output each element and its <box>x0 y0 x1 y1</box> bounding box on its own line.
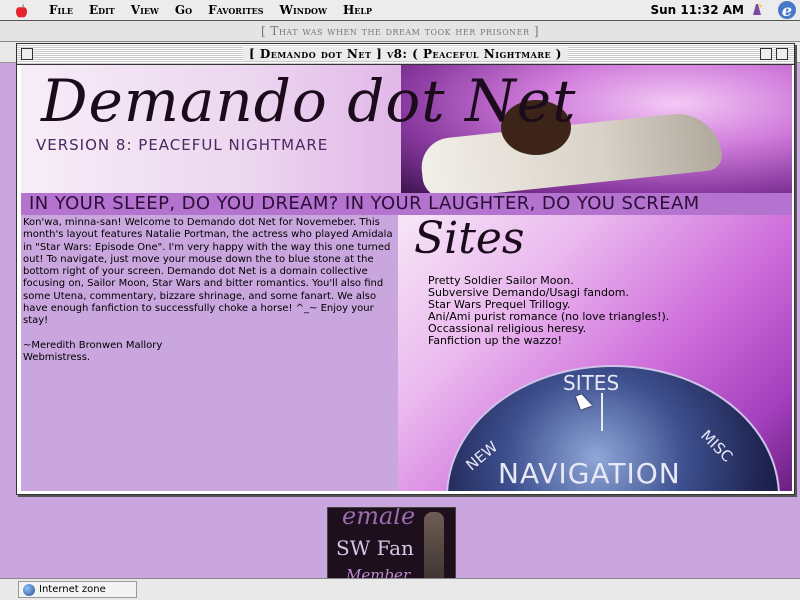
sites-heading: Sites <box>414 215 525 264</box>
navigation-divider <box>601 393 603 431</box>
sites-list-item: Fanfiction up the wazzo! <box>428 334 562 347</box>
collapse-box-icon[interactable] <box>776 48 788 60</box>
front-browser-window: [ Demando dot Net ] v8: ( Peaceful Night… <box>16 43 795 495</box>
menu-window[interactable]: Window <box>272 3 335 17</box>
menu-edit[interactable]: Edit <box>81 3 123 17</box>
menu-file[interactable]: File <box>41 3 81 17</box>
menu-help[interactable]: Help <box>335 3 380 17</box>
background-window-titlebar[interactable]: [ That was when the dream took her priso… <box>0 21 800 42</box>
status-bar: Internet zone <box>0 578 800 600</box>
site-header: Demando dot Net VERSION 8: PEACEFUL NIGH… <box>21 65 792 193</box>
signature-role: Webmistress. <box>23 351 91 363</box>
zoom-box-icon[interactable] <box>760 48 772 60</box>
site-tagline: IN YOUR SLEEP, DO YOU DREAM? IN YOUR LAU… <box>21 193 792 215</box>
menu-bar: File Edit View Go Favorites Window Help … <box>0 0 800 21</box>
fanlisting-line1: emale <box>342 507 416 530</box>
fanlisting-line2: SW Fan <box>336 536 414 560</box>
sites-panel: Sites Pretty Soldier Sailor Moon. Subver… <box>398 215 792 491</box>
status-zone: Internet zone <box>18 581 137 598</box>
menu-extras: Sun 11:32 AM e <box>650 1 800 20</box>
navigation-label: NAVIGATION <box>498 457 681 490</box>
front-window-title: [ Demando dot Net ] v8: ( Peaceful Night… <box>243 47 568 61</box>
internet-explorer-icon[interactable]: e <box>778 1 796 20</box>
site-title: Demando dot Net <box>41 67 577 135</box>
site-version: VERSION 8: PEACEFUL NIGHTMARE <box>36 136 329 154</box>
nav-link-sites[interactable]: SITES <box>563 371 619 395</box>
sites-list: Pretty Soldier Sailor Moon. Subversive D… <box>428 275 669 347</box>
apple-icon[interactable] <box>13 2 29 18</box>
signature-name: ~Meredith Bronwen Mallory <box>23 339 163 351</box>
intro-paragraph: Kon'wa, minna-san! Welcome to Demando do… <box>23 217 393 327</box>
menu-favorites[interactable]: Favorites <box>200 3 271 17</box>
menu-go[interactable]: Go <box>167 3 200 17</box>
close-box-icon[interactable] <box>21 48 33 60</box>
front-window-titlebar[interactable]: [ Demando dot Net ] v8: ( Peaceful Night… <box>17 44 794 65</box>
intro-panel: Kon'wa, minna-san! Welcome to Demando do… <box>21 215 396 491</box>
page-content: Demando dot Net VERSION 8: PEACEFUL NIGH… <box>21 65 792 491</box>
menu-view[interactable]: View <box>123 3 167 17</box>
application-menu-icon[interactable] <box>750 2 764 19</box>
background-window-title: [ That was when the dream took her priso… <box>260 24 540 38</box>
menu-clock[interactable]: Sun 11:32 AM <box>650 3 744 17</box>
globe-icon <box>23 583 35 596</box>
status-zone-label: Internet zone <box>39 584 106 595</box>
